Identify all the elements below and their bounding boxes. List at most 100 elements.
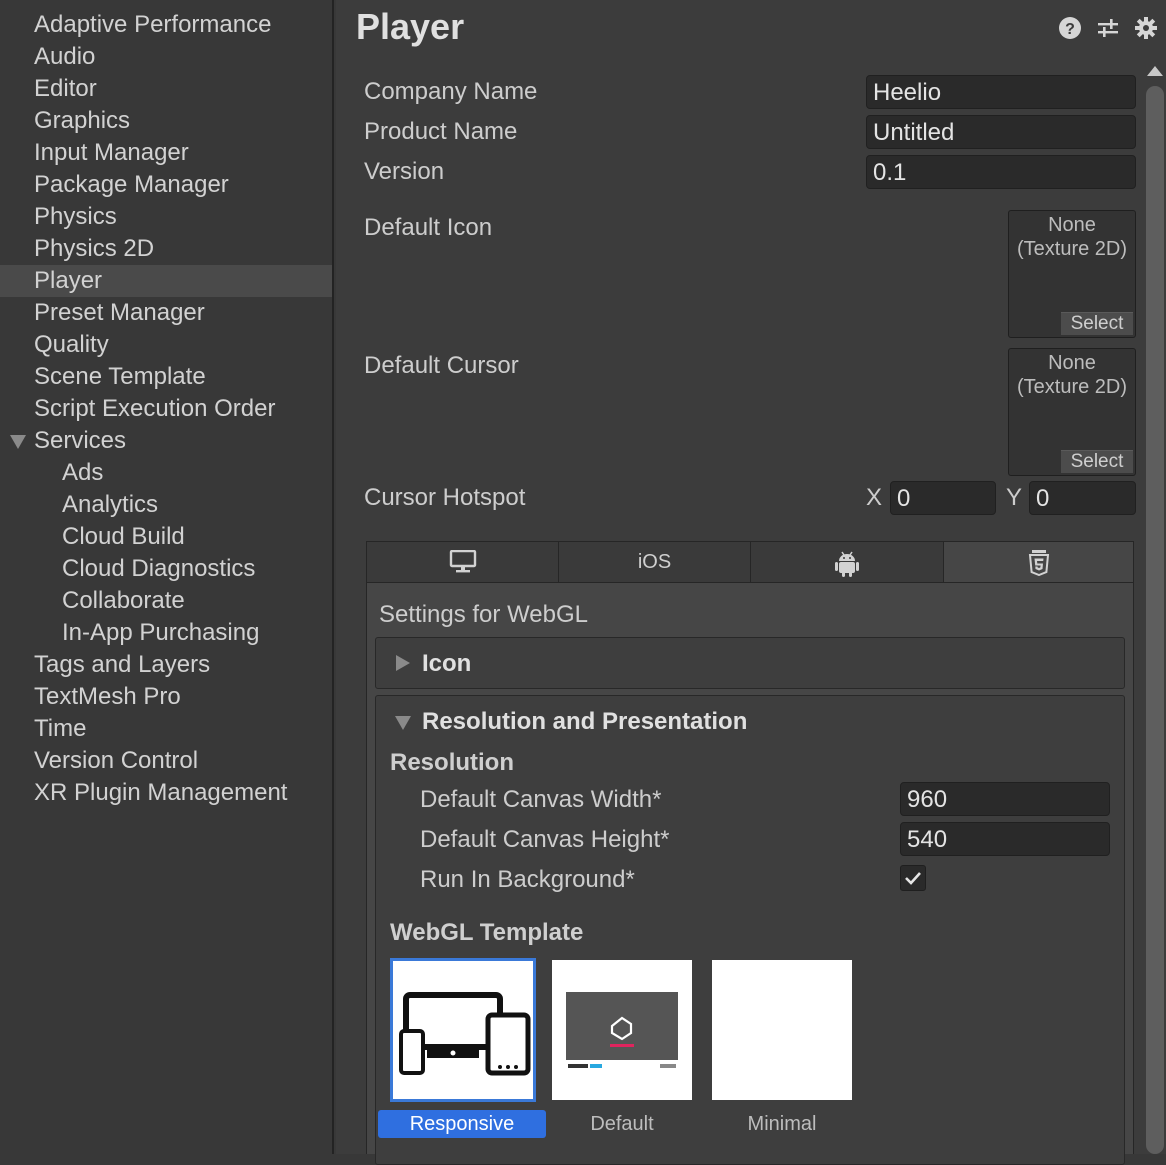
sidebar-item-analytics[interactable]: Analytics [0,489,332,521]
sidebar-item-quality[interactable]: Quality [0,329,332,361]
sidebar-item-audio[interactable]: Audio [0,41,332,73]
template-default-thumbnail[interactable] [552,960,692,1100]
collapsed-arrow-icon[interactable] [396,655,410,671]
sidebar-item-label: Cloud Diagnostics [62,555,256,582]
platform-tabs: iOS [366,541,1134,583]
sidebar-item-preset-manager[interactable]: Preset Manager [0,297,332,329]
none-text: None [1048,352,1096,374]
hotspot-x-field[interactable]: 0 [890,481,996,515]
sidebar-item-version-control[interactable]: Version Control [0,745,332,777]
sidebar-item-script-execution-order[interactable]: Script Execution Order [0,393,332,425]
default-cursor-label: Default Cursor [364,352,519,379]
foldout-title[interactable]: Resolution and Presentation [422,708,747,736]
type-text: (Texture 2D) [1016,238,1128,260]
sidebar-item-cloud-build[interactable]: Cloud Build [0,521,332,553]
sidebar-item-input-manager[interactable]: Input Manager [0,137,332,169]
webgl-settings-panel: Settings for WebGL Icon Resolution and P… [366,583,1134,1165]
settings-sidebar: Adaptive Performance Audio Editor Graphi… [0,0,334,1154]
none-text: None [1048,214,1096,236]
template-responsive-label[interactable]: Responsive [378,1110,546,1138]
hotspot-y-field[interactable]: 0 [1029,481,1136,515]
template-responsive-thumbnail[interactable] [390,958,536,1102]
default-icon-field[interactable]: None (Texture 2D) Select [1008,210,1136,338]
android-icon [835,551,859,577]
unity-default-preview-icon [566,992,678,1068]
help-icon[interactable]: ? [1058,16,1082,40]
sidebar-item-physics-2d[interactable]: Physics 2D [0,233,332,265]
template-minimal-thumbnail[interactable] [712,960,852,1100]
canvas-height-field[interactable]: 540 [900,822,1110,856]
sidebar-item-label: Quality [34,331,109,358]
gear-icon[interactable] [1134,16,1158,40]
sidebar-item-label: Package Manager [34,171,229,198]
tab-standalone[interactable] [367,542,559,582]
preset-sliders-icon[interactable] [1096,16,1120,40]
scrollbar-thumb[interactable] [1146,86,1164,1154]
product-name-label: Product Name [364,118,518,145]
sidebar-item-physics[interactable]: Physics [0,201,332,233]
run-in-background-checkbox[interactable] [900,865,926,891]
sidebar-item-label: Services [34,427,127,454]
desktop-icon [449,549,476,573]
sidebar-item-package-manager[interactable]: Package Manager [0,169,332,201]
cursor-hotspot-label: Cursor Hotspot [364,484,526,511]
object-field-value: None (Texture 2D) [1009,213,1135,261]
sidebar-item-adaptive-performance[interactable]: Adaptive Performance [0,9,332,41]
sidebar-item-scene-template[interactable]: Scene Template [0,361,332,393]
sidebar-item-label: Physics 2D [34,235,155,262]
sidebar-item-label: XR Plugin Management [34,779,288,806]
default-cursor-field[interactable]: None (Texture 2D) Select [1008,348,1136,476]
sidebar-item-collaborate[interactable]: Collaborate [0,585,332,617]
sidebar-item-textmesh-pro[interactable]: TextMesh Pro [0,681,332,713]
sidebar-item-cloud-diagnostics[interactable]: Cloud Diagnostics [0,553,332,585]
expanded-arrow-icon[interactable] [395,716,411,730]
sidebar-item-in-app-purchasing[interactable]: In-App Purchasing [0,617,332,649]
sidebar-item-editor[interactable]: Editor [0,73,332,105]
select-button[interactable]: Select [1061,450,1133,473]
product-name-field[interactable]: Untitled [866,115,1136,149]
select-button[interactable]: Select [1061,312,1133,335]
sidebar-item-services[interactable]: Services [0,425,332,457]
hotspot-x-label: X [866,484,883,511]
expand-arrow-icon[interactable] [10,435,26,449]
tab-android[interactable] [751,542,944,582]
sidebar-item-label: In-App Purchasing [62,619,260,646]
tab-webgl[interactable] [944,542,1133,582]
sidebar-item-label: Preset Manager [34,299,205,326]
sidebar-item-graphics[interactable]: Graphics [0,105,332,137]
default-icon-label: Default Icon [364,214,493,241]
sidebar-item-label: Graphics [34,107,131,134]
sidebar-item-label: Cloud Build [62,523,185,550]
sidebar-item-label: Time [34,715,87,742]
sidebar-item-label: Ads [62,459,104,486]
page-title: Player [356,6,465,47]
type-text: (Texture 2D) [1016,376,1128,398]
hotspot-y-label: Y [1006,484,1023,511]
sidebar-item-label: Analytics [62,491,159,518]
version-field[interactable]: 0.1 [866,155,1136,189]
company-name-field[interactable]: Heelio [866,75,1136,109]
sidebar-item-label: Editor [34,75,97,102]
responsive-devices-icon [399,992,531,1076]
run-in-background-label: Run In Background* [420,866,635,893]
sidebar-item-label: Tags and Layers [34,651,211,678]
sidebar-item-label: Player [34,267,103,294]
canvas-width-field[interactable]: 960 [900,782,1110,816]
sidebar-item-label: Version Control [34,747,199,774]
sidebar-item-time[interactable]: Time [0,713,332,745]
template-minimal-label[interactable]: Minimal [698,1110,866,1138]
sidebar-item-xr-plugin-management[interactable]: XR Plugin Management [0,777,332,809]
canvas-height-label: Default Canvas Height* [420,826,670,853]
tab-ios-label: iOS [637,551,672,573]
canvas-width-label: Default Canvas Width* [420,786,662,813]
template-default-label[interactable]: Default [538,1110,706,1138]
object-field-value: None (Texture 2D) [1009,351,1135,399]
sidebar-item-player[interactable]: Player [0,265,332,297]
resolution-foldout: Resolution and Presentation Resolution D… [375,695,1125,1165]
scroll-up-arrow-icon[interactable] [1147,66,1163,76]
icon-foldout[interactable]: Icon [375,637,1125,689]
resolution-header: Resolution [390,749,514,776]
tab-ios[interactable]: iOS [559,542,751,582]
sidebar-item-ads[interactable]: Ads [0,457,332,489]
sidebar-item-tags-and-layers[interactable]: Tags and Layers [0,649,332,681]
